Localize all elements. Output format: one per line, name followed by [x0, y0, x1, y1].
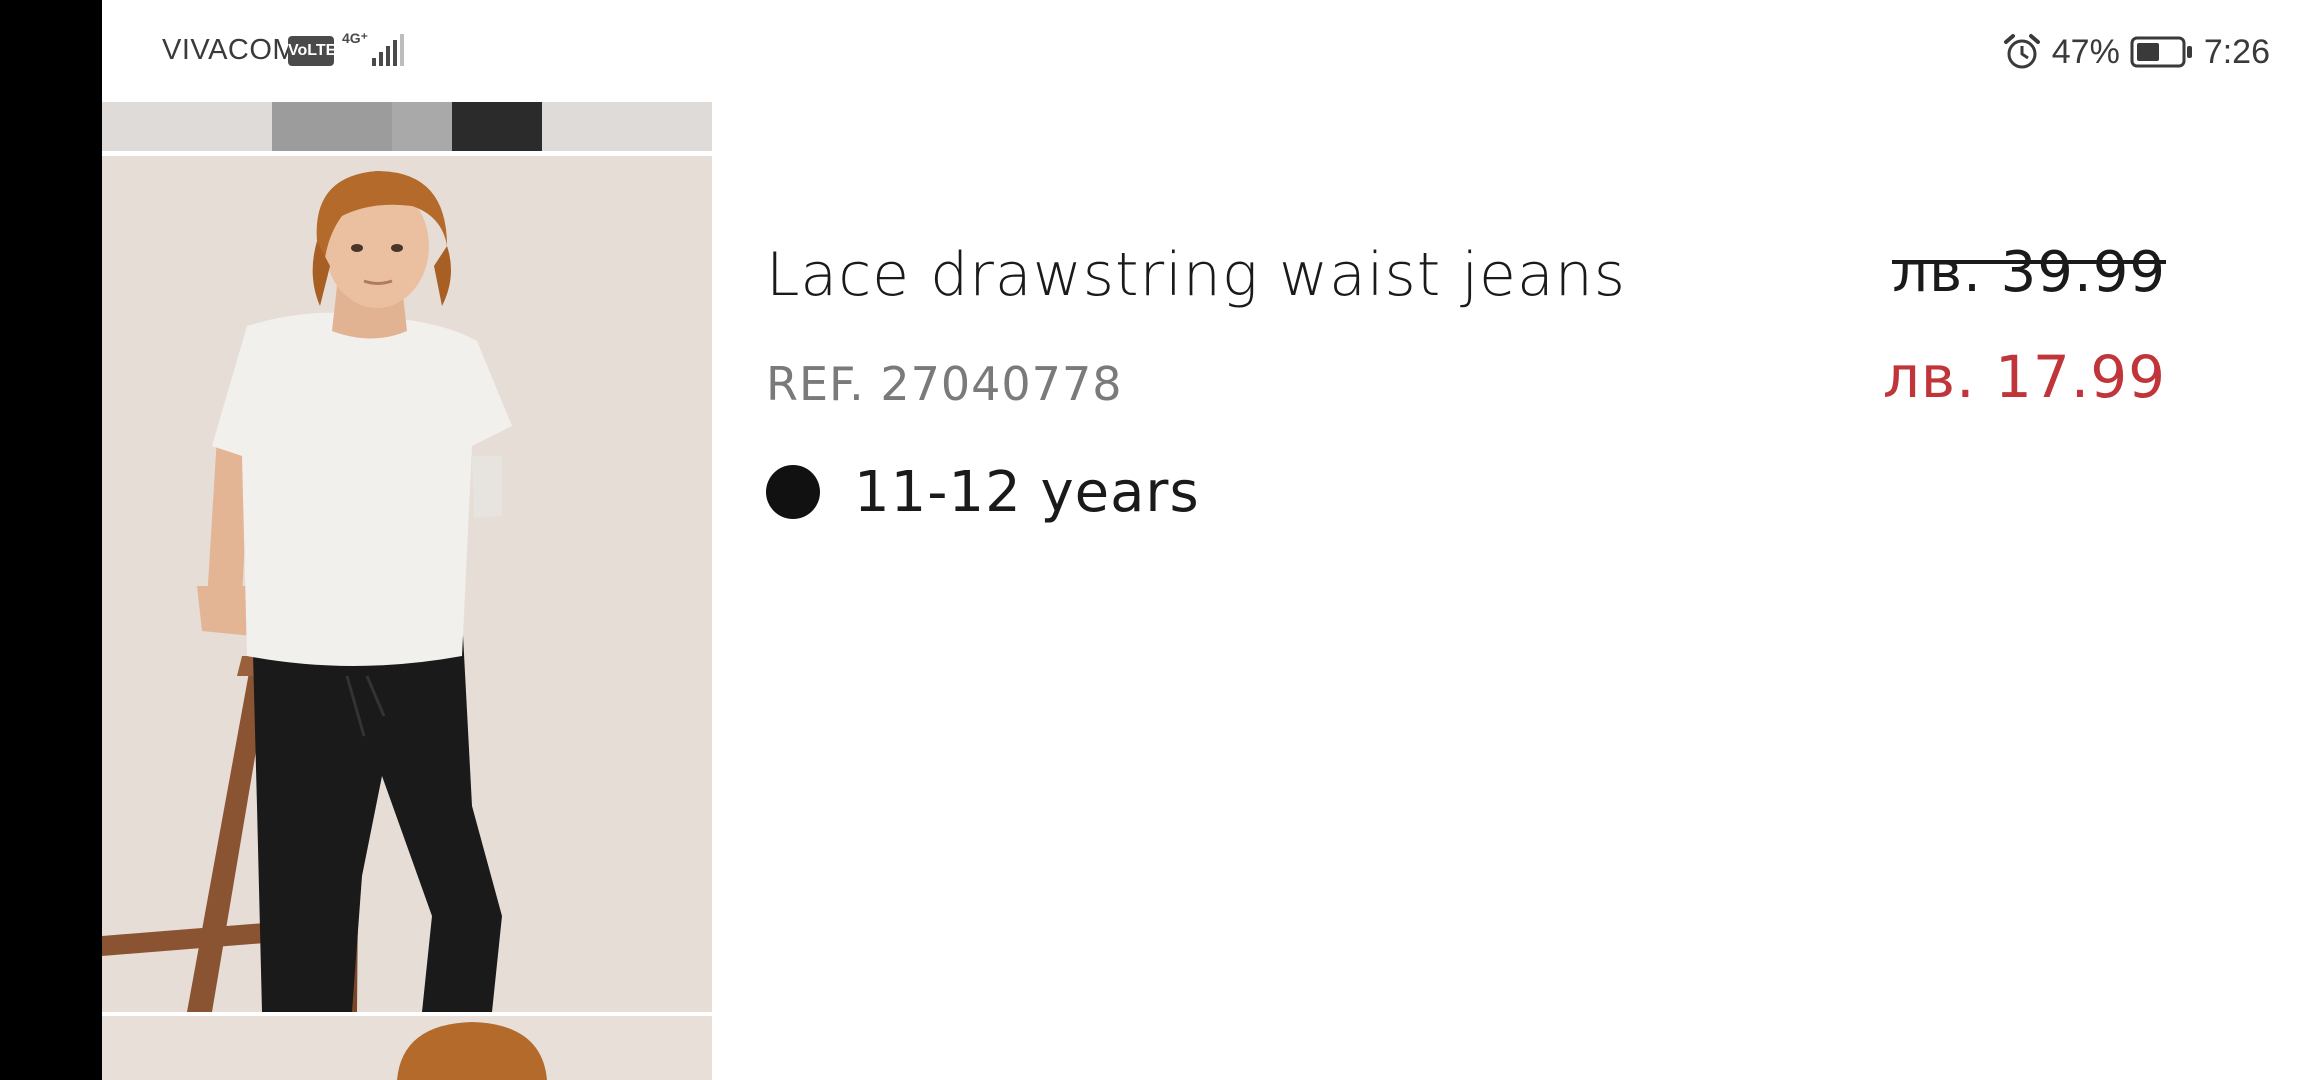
product-title: Lace drawstring waist jeans	[766, 240, 1626, 310]
battery-icon	[2130, 36, 2192, 68]
size-label: 11-12 years	[854, 459, 1200, 525]
status-right-group: 47% 7:26	[2002, 30, 2270, 74]
product-photo-next[interactable]	[102, 1016, 712, 1080]
app-screen: VIVACOM VoLTE 4G⁺ 47% 7:26 Lace drawstri…	[102, 0, 2310, 1080]
color-swatch[interactable]	[766, 465, 820, 519]
carrier-name: VIVACOM	[162, 34, 298, 66]
signal-icon	[372, 34, 404, 66]
color-size-row: 11-12 years	[766, 459, 1200, 525]
product-gallery[interactable]	[102, 102, 712, 1080]
status-bar: VIVACOM VoLTE 4G⁺ 47% 7:26	[102, 0, 2310, 102]
alarm-icon	[2003, 34, 2040, 69]
battery-percent: 47%	[2051, 32, 2120, 71]
original-price: лв. 39.99	[1892, 240, 2166, 305]
clock: 7:26	[2203, 32, 2270, 71]
product-photo-main[interactable]	[102, 156, 712, 1012]
product-info: Lace drawstring waist jeans REF. 2704077…	[766, 240, 2166, 560]
price-block: лв. 39.99 лв. 17.99	[1806, 240, 2166, 411]
sale-price: лв. 17.99	[1882, 343, 2166, 411]
product-photo-previous[interactable]	[102, 102, 712, 151]
volte-badge: VoLTE	[288, 36, 336, 66]
product-reference: REF. 27040778	[766, 357, 1123, 411]
